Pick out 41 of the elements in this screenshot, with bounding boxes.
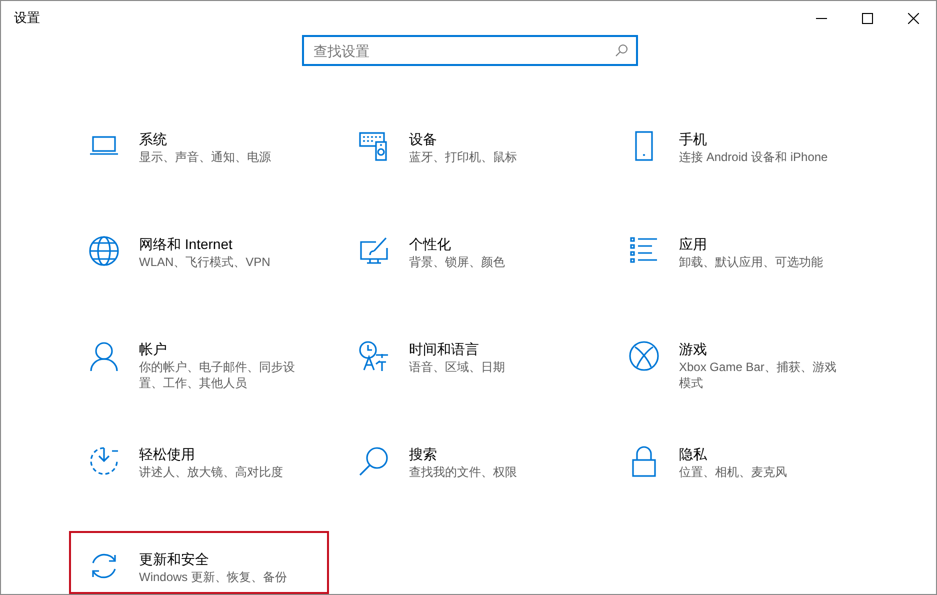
settings-tile[interactable]: 网络和 Internet WLAN、飞行模式、VPN (69, 216, 329, 279)
settings-tile[interactable]: 设备 蓝牙、打印机、鼠标 (339, 111, 599, 174)
settings-tile[interactable]: 轻松使用 讲述人、放大镜、高对比度 (69, 426, 329, 489)
tile-description: 显示、声音、通知、电源 (139, 149, 272, 165)
settings-tile[interactable]: 系统 显示、声音、通知、电源 (69, 111, 329, 174)
settings-tile[interactable]: 隐私 位置、相机、麦克风 (609, 426, 869, 489)
tile-description: 卸载、默认应用、可选功能 (679, 254, 824, 270)
tile-title: 个性化 (409, 235, 452, 253)
window-title: 设置 (14, 9, 40, 28)
tile-title: 搜索 (409, 445, 438, 463)
tile-title: 更新和安全 (139, 550, 210, 568)
settings-tile[interactable]: 个性化 背景、锁屏、颜色 (339, 216, 599, 279)
tile-description: 蓝牙、打印机、鼠标 (409, 149, 518, 165)
tile-title: 应用 (679, 235, 708, 253)
tile-description: 背景、锁屏、颜色 (409, 254, 506, 270)
tile-description: 查找我的文件、权限 (409, 464, 518, 480)
tile-description: WLAN、飞行模式、VPN (139, 254, 272, 270)
settings-tile[interactable]: 帐户 你的帐户、电子邮件、同步设置、工作、其他人员 (69, 321, 329, 397)
tile-title: 系统 (139, 130, 168, 148)
tile-title: 游戏 (679, 340, 708, 358)
tile-title: 轻松使用 (139, 445, 196, 463)
settings-tile[interactable]: 手机 连接 Android 设备和 iPhone (609, 111, 869, 174)
tile-title: 手机 (679, 130, 708, 148)
settings-tile[interactable]: 搜索 查找我的文件、权限 (339, 426, 599, 489)
tile-title: 时间和语言 (409, 340, 480, 358)
search-field[interactable]: 查找设置 (302, 35, 638, 66)
tile-description: Windows 更新、恢复、备份 (139, 569, 288, 585)
tile-description: 你的帐户、电子邮件、同步设置、工作、其他人员 (139, 359, 296, 391)
tile-description: 讲述人、放大镜、高对比度 (139, 464, 284, 480)
tile-description: Xbox Game Bar、捕获、游戏模式 (679, 359, 838, 391)
tile-title: 设备 (409, 130, 438, 148)
tile-title: 网络和 Internet (139, 235, 234, 253)
settings-tile[interactable]: 应用 卸载、默认应用、可选功能 (609, 216, 869, 279)
settings-tile[interactable]: 时间和语言 语音、区域、日期 (339, 321, 599, 384)
tile-description: 位置、相机、麦克风 (679, 464, 788, 480)
tile-description: 语音、区域、日期 (409, 359, 506, 375)
tile-title: 帐户 (139, 340, 168, 358)
settings-tile[interactable]: 更新和安全 Windows 更新、恢复、备份 (69, 531, 329, 594)
settings-tile[interactable]: 游戏 Xbox Game Bar、捕获、游戏模式 (609, 321, 869, 397)
tile-description: 连接 Android 设备和 iPhone (679, 149, 829, 165)
tile-title: 隐私 (679, 445, 708, 463)
